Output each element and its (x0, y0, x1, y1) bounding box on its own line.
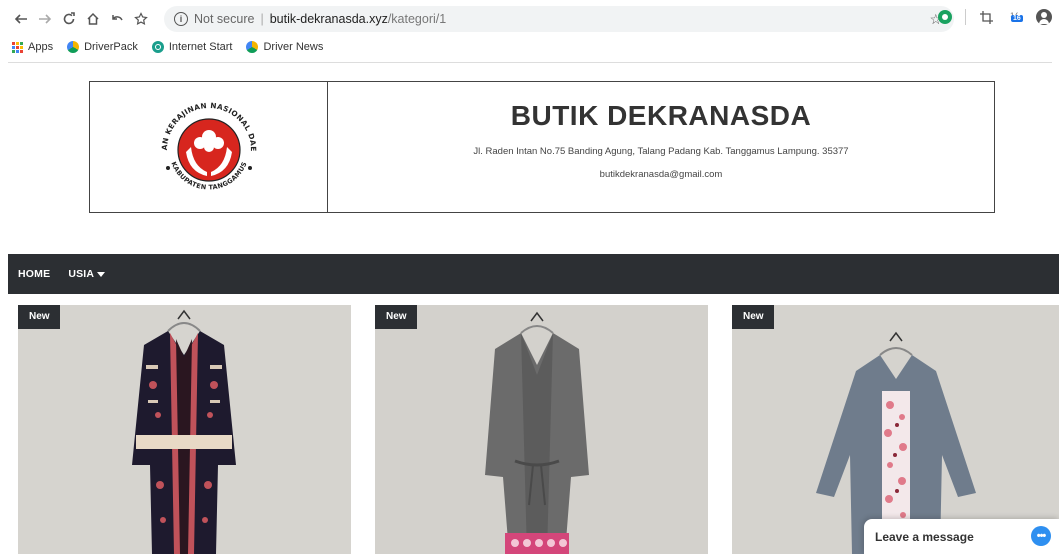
chat-label: Leave a message (875, 529, 974, 544)
bookmark-label: Apps (28, 41, 54, 53)
caret-down-icon (97, 272, 106, 277)
url-host: butik-dekranasda.xyz (269, 12, 388, 26)
back-icon[interactable] (10, 8, 32, 30)
bookmark-label: DriverPack (84, 41, 138, 53)
new-badge: New (18, 305, 60, 329)
extension-green-icon[interactable] (936, 8, 954, 26)
bookmark-internet-start[interactable]: Internet Start (151, 41, 233, 53)
reload-icon[interactable] (58, 8, 80, 30)
url-separator: | (260, 12, 264, 26)
main-nav: HOME USIA (8, 254, 1059, 294)
product-image (732, 305, 1059, 554)
chat-bubble-icon[interactable]: ••• (1031, 526, 1051, 546)
internet-start-icon (151, 41, 164, 53)
driverpack-icon (67, 41, 80, 53)
nav-home-label: HOME (18, 268, 51, 280)
new-badge: New (375, 305, 417, 329)
home-icon[interactable] (82, 8, 104, 30)
browser-chrome: i Not secure | butik-dekranasda.xyz /kat… (0, 0, 1059, 64)
extension-area: ⅓ 16 (936, 8, 1053, 26)
security-label: Not secure (194, 12, 255, 26)
crop-icon[interactable] (977, 8, 995, 26)
apps-grid-icon (12, 41, 23, 53)
extension-badge-count: 16 (1011, 15, 1023, 22)
product-image (375, 305, 708, 554)
forward-icon[interactable] (34, 8, 56, 30)
address-bar[interactable]: i Not secure | butik-dekranasda.xyz /kat… (164, 6, 954, 32)
nav-home[interactable]: HOME (18, 268, 50, 280)
product-image (18, 305, 351, 554)
logo-cell: DEWAN KERAJINAN NASIONAL DAERAH KABUPATE… (90, 82, 328, 212)
product-card[interactable]: New (375, 305, 708, 554)
nav-usia-label: USIA (68, 268, 95, 280)
bookmark-driverpack[interactable]: DriverPack (67, 41, 138, 53)
site-header: DEWAN KERAJINAN NASIONAL DAERAH KABUPATE… (89, 81, 995, 213)
product-card[interactable]: New (732, 305, 1059, 554)
dekranasda-logo[interactable]: DEWAN KERAJINAN NASIONAL DAERAH KABUPATE… (149, 92, 269, 202)
bookmark-star-icon[interactable] (130, 8, 152, 30)
nav-usia-dropdown[interactable]: USIA (68, 268, 106, 280)
bookmark-label: Internet Start (168, 41, 233, 53)
undo-icon[interactable] (106, 8, 128, 30)
browser-toolbar: i Not secure | butik-dekranasda.xyz /kat… (0, 0, 1059, 37)
toolbar-divider (965, 9, 966, 25)
info-icon[interactable]: i (174, 12, 188, 26)
header-info: BUTIK DEKRANASDA Jl. Raden Intan No.75 B… (328, 82, 994, 212)
bookmark-label: Driver News (263, 41, 324, 53)
bookmark-apps[interactable]: Apps (12, 41, 53, 53)
product-card[interactable]: New (18, 305, 351, 554)
extension-badge-icon[interactable]: ⅓ 16 (1006, 8, 1024, 26)
store-address: Jl. Raden Intan No.75 Banding Agung, Tal… (473, 146, 849, 157)
chrome-divider (8, 62, 1052, 63)
bookmark-driver-news[interactable]: Driver News (246, 41, 323, 53)
driver-news-icon (246, 41, 259, 53)
bookmarks-bar: Apps DriverPack Internet Start Driver Ne… (0, 37, 1059, 57)
url-path: /kategori/1 (387, 12, 447, 26)
new-badge: New (732, 305, 774, 329)
store-email: butikdekranasda@gmail.com (599, 169, 723, 180)
site-title: BUTIK DEKRANASDA (510, 100, 812, 131)
chat-widget[interactable]: Leave a message ••• (864, 519, 1059, 554)
profile-icon[interactable] (1035, 8, 1053, 26)
